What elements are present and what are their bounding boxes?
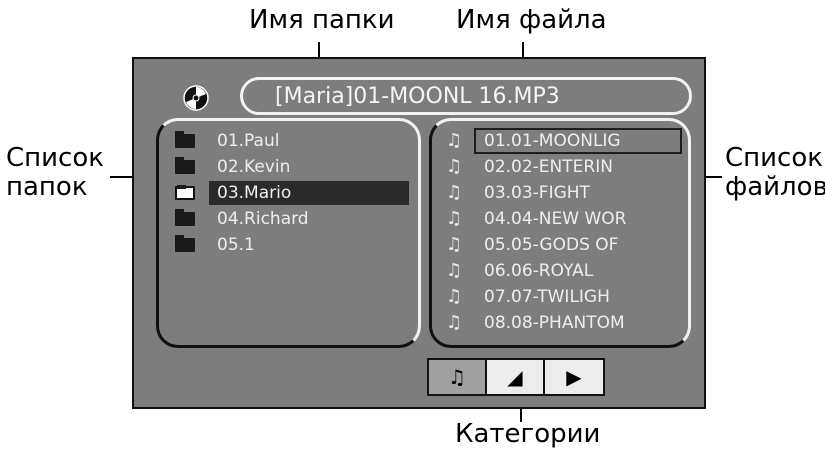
file-name-callout: Имя файла (456, 5, 607, 35)
folder-icon (175, 157, 195, 174)
file-item-label: 04.04-NEW WOR (484, 209, 627, 229)
music-note-icon: ♫ (446, 286, 463, 307)
folder-name-callout: Имя папки (249, 5, 395, 35)
folder-list-panel: 01.Paul 02.Kevin 03.Mario 04.Richard 05.1 (156, 118, 421, 348)
category-tabs: ♫ ◢ ▶ (427, 358, 605, 396)
music-note-icon: ♫ (446, 312, 463, 333)
file-item-label: 08.08-PHANTOM (484, 313, 625, 333)
categories-callout: Категории (455, 419, 601, 449)
music-note-icon: ♫ (446, 130, 463, 151)
file-item-label: 03.03-FIGHT (484, 183, 590, 203)
folder-icon (175, 235, 195, 252)
folder-item-label: 02.Kevin (217, 157, 291, 177)
music-note-icon: ♫ (446, 260, 463, 281)
folder-item[interactable]: 03.Mario (175, 181, 409, 205)
folder-item[interactable]: 02.Kevin (175, 155, 409, 179)
folder-item-label: 01.Paul (217, 131, 280, 151)
music-note-icon: ♫ (446, 182, 463, 203)
music-note-icon: ♫ (446, 156, 463, 177)
category-tab[interactable]: ▶ (545, 360, 603, 394)
file-item-label: 05.05-GODS OF (484, 235, 619, 255)
folder-icon (175, 185, 195, 200)
current-track-bar: [Maria]01-MOONL 16.MP3 (240, 77, 692, 115)
folder-list-callout: Список папок (6, 144, 104, 201)
file-list-callout-line2: файлов (725, 171, 825, 202)
file-list-panel: ♫ 01.01-MOONLIG ♫ 02.02-ENTERIN ♫ 03.03-FIGHT… (429, 118, 691, 348)
file-list-callout-line1: Список (725, 143, 823, 173)
folder-list-callout-line1: Список (6, 143, 104, 173)
folder-list-callout-line2: папок (6, 171, 88, 202)
file-item-label: 01.01-MOONLIG (484, 131, 621, 151)
disc-icon (183, 85, 209, 111)
music-note-icon: ♫ (446, 208, 463, 229)
folder-icon (175, 131, 195, 148)
folder-item-label: 03.Mario (217, 183, 292, 203)
folder-icon (175, 209, 195, 226)
category-tab[interactable]: ◢ (487, 360, 545, 394)
folder-item[interactable]: 01.Paul (175, 129, 409, 153)
file-item-label: 07.07-TWILIGH (484, 287, 610, 307)
file-list-callout: Список файлов (725, 144, 825, 201)
player-screen: [Maria]01-MOONL 16.MP3 01.Paul 02.Kevin 03… (132, 57, 706, 409)
folder-item[interactable]: 05.1 (175, 233, 409, 257)
folder-item[interactable]: 04.Richard (175, 207, 409, 231)
file-item-label: 06.06-ROYAL (484, 261, 594, 281)
folder-item-label: 04.Richard (217, 209, 309, 229)
music-note-icon: ♫ (446, 234, 463, 255)
photo-icon: ◢ (507, 365, 523, 389)
music-note-icon: ♫ (448, 365, 466, 389)
file-item-label: 02.02-ENTERIN (484, 157, 613, 177)
play-icon: ▶ (566, 365, 582, 389)
folder-item-label: 05.1 (217, 235, 255, 255)
current-track-label: [Maria]01-MOONL 16.MP3 (275, 84, 560, 109)
category-tab[interactable]: ♫ (429, 360, 487, 394)
